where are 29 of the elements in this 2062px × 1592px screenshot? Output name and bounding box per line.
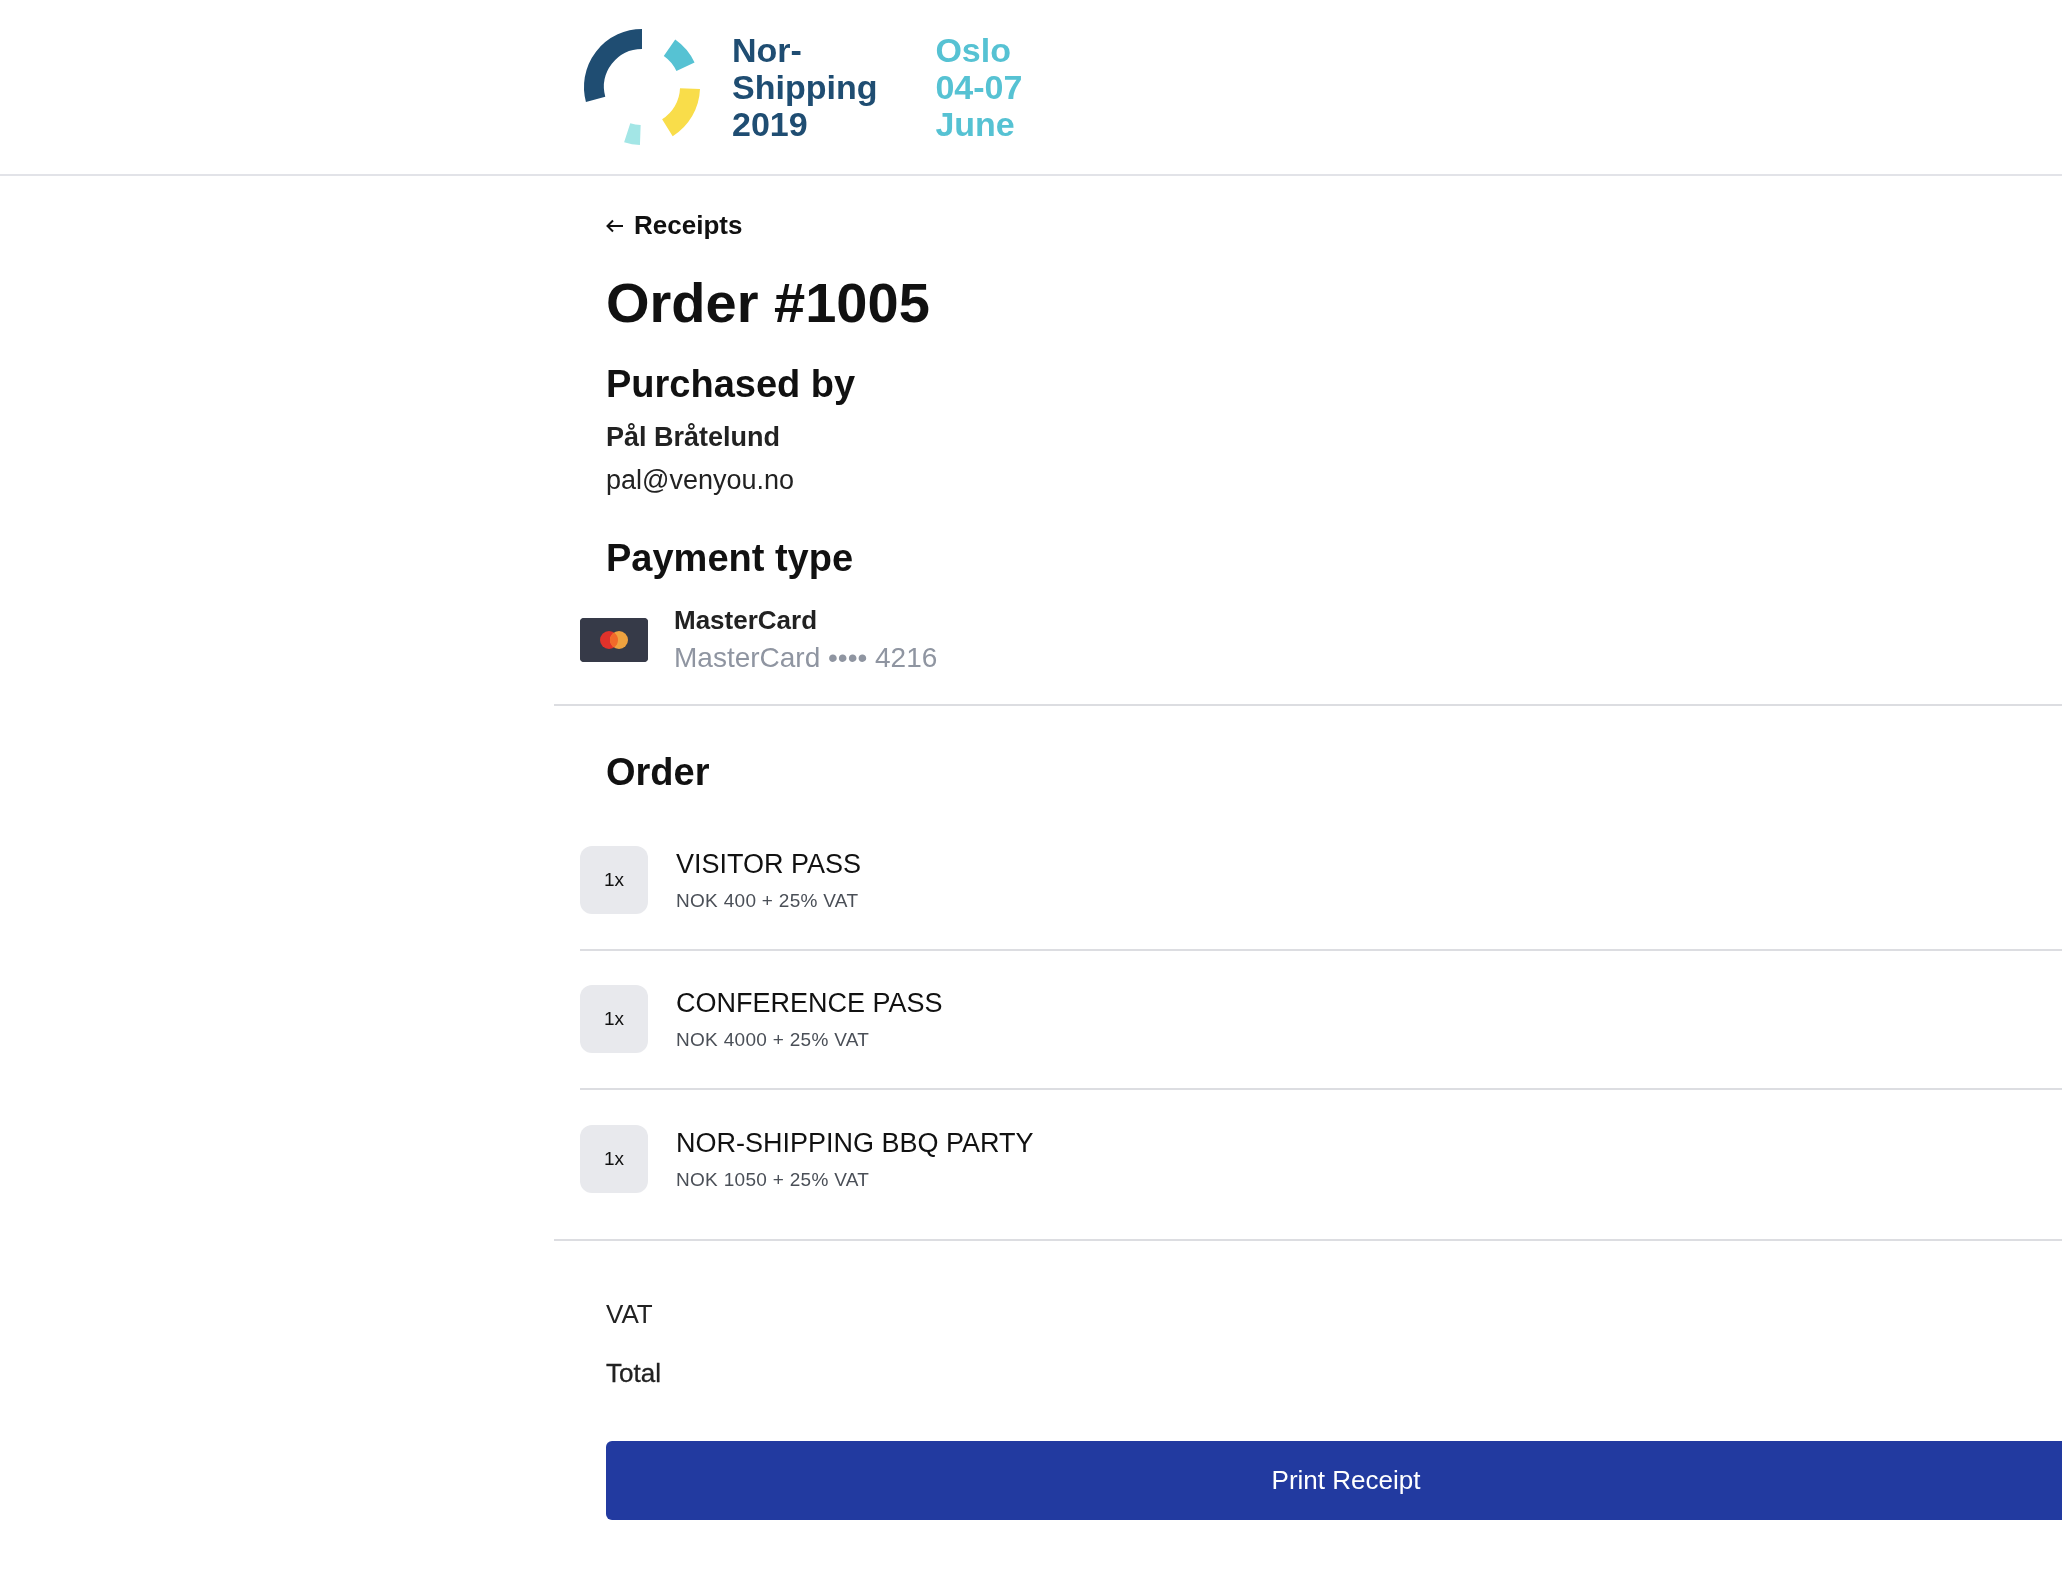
item-price: NOK 400 + 25% VAT <box>676 889 860 912</box>
vat-label: VAT <box>606 1298 654 1330</box>
quantity-badge: 1x <box>580 1125 648 1194</box>
logo-text: 04-07 <box>935 68 1023 106</box>
item-name: NOR-SHIPPING BBQ PARTY <box>676 1127 1034 1159</box>
print-receipt-button[interactable]: Print Receipt <box>606 1440 2062 1520</box>
section-heading: Payment type <box>606 535 855 581</box>
item-name: CONFERENCE PASS <box>676 987 943 1019</box>
purchaser-email: pal@venyou.no <box>606 464 796 496</box>
item-price: NOK 1050 + 25% VAT <box>676 1168 871 1191</box>
card-icon <box>580 617 648 662</box>
logo-text: Shipping <box>732 68 878 106</box>
logo-text: Nor- <box>732 31 803 69</box>
logo-text: Oslo <box>935 31 1012 69</box>
logo-text: June <box>935 105 1016 143</box>
back-link[interactable]: Receipts <box>606 210 743 241</box>
page-title: Order #1005 <box>606 270 931 336</box>
item-name: VISITOR PASS <box>676 848 862 880</box>
section-heading: Purchased by <box>606 362 857 408</box>
quantity-badge: 1x <box>580 846 648 915</box>
arrow-left-icon <box>606 218 624 233</box>
section-heading: Order <box>606 750 711 796</box>
item-price: NOK 4000 + 25% VAT <box>676 1028 871 1051</box>
purchaser-name: Pål Bråtelund <box>606 421 782 453</box>
card-number: MasterCard •••• 4216 <box>674 642 938 675</box>
total-label: Total <box>606 1357 662 1389</box>
logo-text: 2019 <box>732 105 808 143</box>
card-name: MasterCard <box>674 605 819 637</box>
quantity-badge: 1x <box>580 985 648 1054</box>
